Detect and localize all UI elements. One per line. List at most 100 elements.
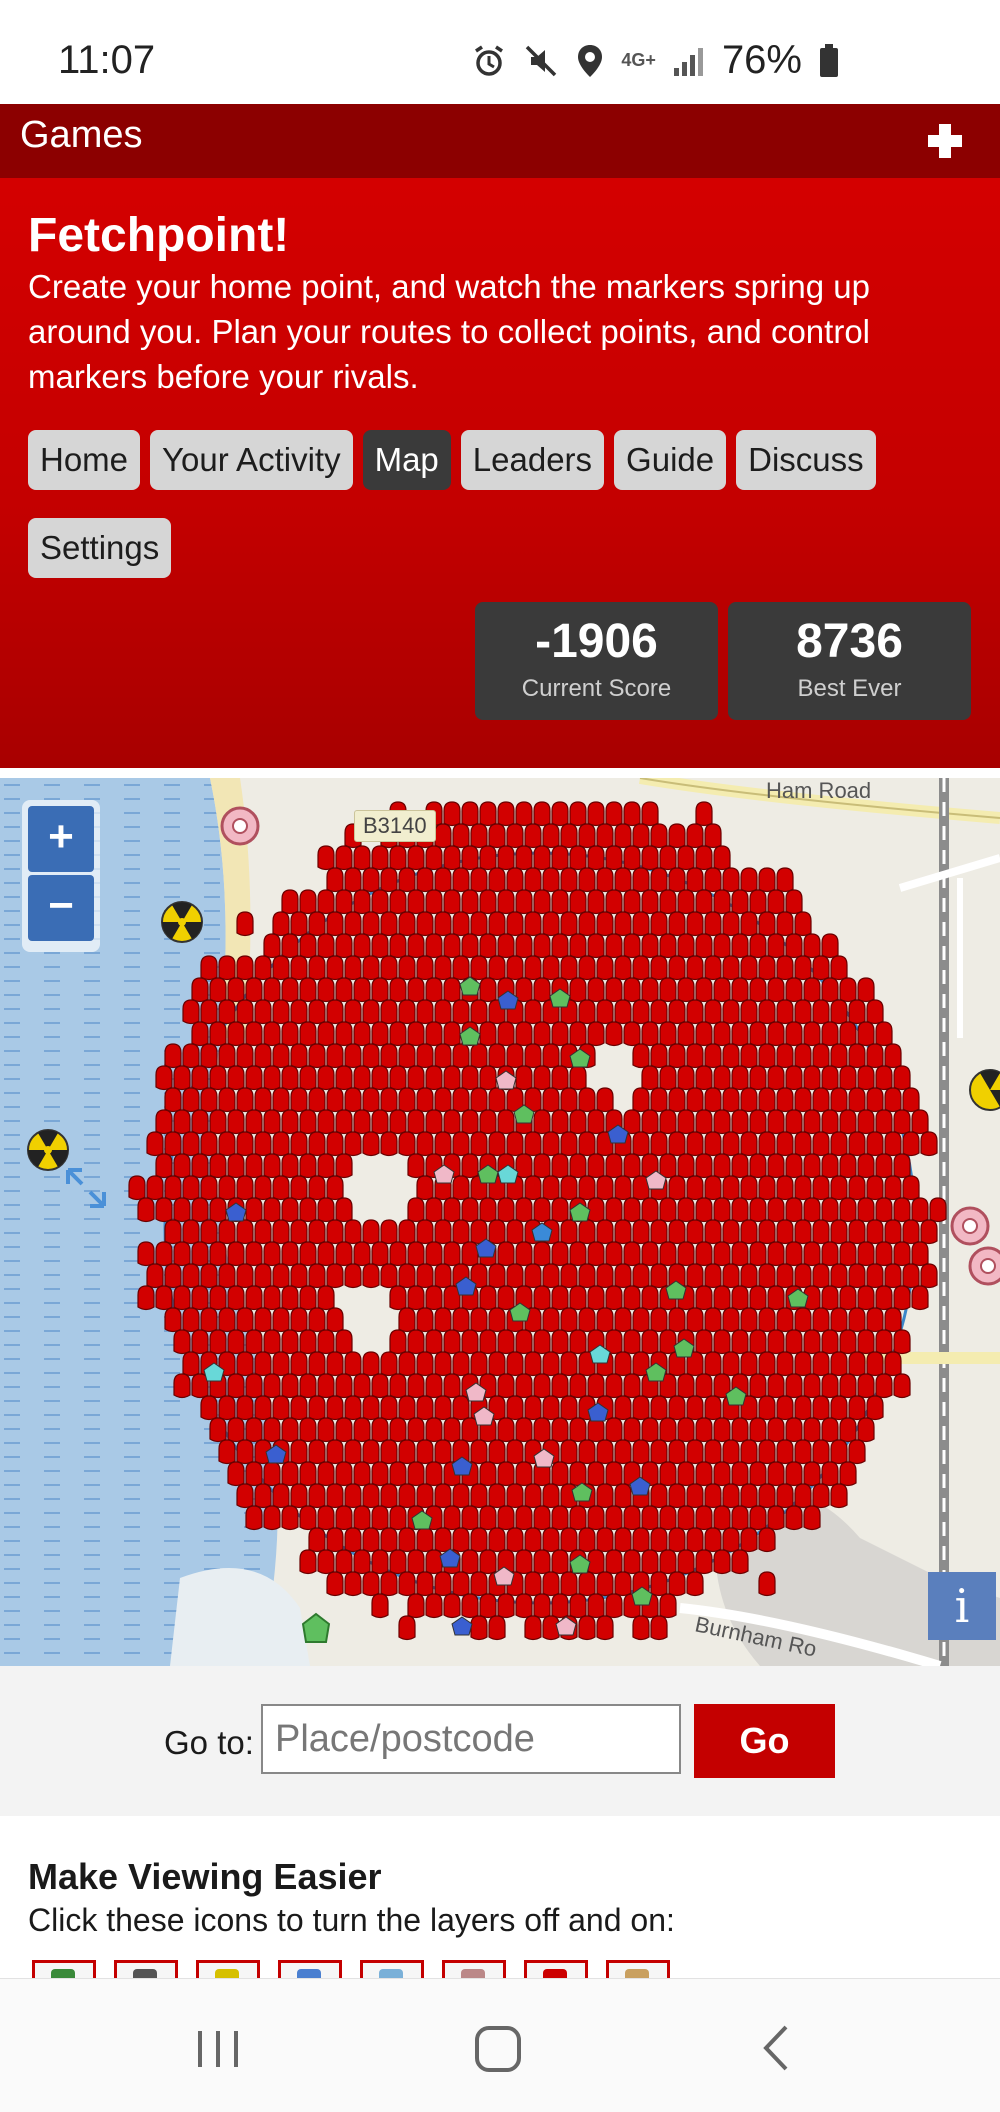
control-marker[interactable] bbox=[443, 1197, 461, 1223]
control-marker[interactable] bbox=[551, 1329, 569, 1355]
control-marker[interactable] bbox=[254, 1175, 272, 1201]
control-marker[interactable] bbox=[335, 1197, 353, 1223]
control-marker[interactable] bbox=[353, 1109, 371, 1135]
control-marker[interactable] bbox=[326, 867, 344, 893]
control-marker[interactable] bbox=[452, 1307, 470, 1333]
control-marker[interactable] bbox=[146, 1175, 164, 1201]
control-marker[interactable] bbox=[191, 1021, 209, 1047]
control-marker[interactable] bbox=[380, 1439, 398, 1465]
control-marker[interactable] bbox=[173, 1373, 191, 1399]
control-marker[interactable] bbox=[398, 1131, 416, 1157]
control-marker[interactable] bbox=[506, 867, 524, 893]
control-marker[interactable] bbox=[326, 1087, 344, 1113]
control-marker[interactable] bbox=[488, 1043, 506, 1069]
control-marker[interactable] bbox=[479, 1593, 497, 1619]
control-marker[interactable] bbox=[875, 1285, 893, 1311]
control-marker[interactable] bbox=[542, 1307, 560, 1333]
control-marker[interactable] bbox=[767, 933, 785, 959]
control-marker[interactable] bbox=[578, 1307, 596, 1333]
control-marker[interactable] bbox=[740, 911, 758, 937]
control-marker[interactable] bbox=[596, 1219, 614, 1245]
control-marker[interactable] bbox=[398, 1307, 416, 1333]
control-marker[interactable] bbox=[641, 1197, 659, 1223]
control-marker[interactable] bbox=[290, 1131, 308, 1157]
control-marker[interactable] bbox=[371, 1549, 389, 1575]
control-marker[interactable] bbox=[362, 1439, 380, 1465]
control-marker[interactable] bbox=[605, 1549, 623, 1575]
control-marker[interactable] bbox=[740, 1527, 758, 1553]
control-marker[interactable] bbox=[497, 801, 515, 827]
control-marker[interactable] bbox=[551, 1417, 569, 1443]
control-marker[interactable] bbox=[128, 1175, 146, 1201]
control-marker[interactable] bbox=[515, 1461, 533, 1487]
control-marker[interactable] bbox=[587, 1285, 605, 1311]
control-marker[interactable] bbox=[533, 1505, 551, 1531]
control-marker[interactable] bbox=[623, 1329, 641, 1355]
control-marker[interactable] bbox=[578, 911, 596, 937]
control-marker[interactable] bbox=[794, 1395, 812, 1421]
control-marker[interactable] bbox=[335, 1505, 353, 1531]
control-marker[interactable] bbox=[587, 1153, 605, 1179]
control-marker[interactable] bbox=[191, 1065, 209, 1091]
control-marker[interactable] bbox=[254, 999, 272, 1025]
control-marker[interactable] bbox=[794, 1263, 812, 1289]
control-marker[interactable] bbox=[281, 1285, 299, 1311]
control-marker[interactable] bbox=[461, 1549, 479, 1575]
control-marker[interactable] bbox=[596, 1527, 614, 1553]
control-marker[interactable] bbox=[299, 1153, 317, 1179]
control-marker[interactable] bbox=[668, 955, 686, 981]
control-marker[interactable] bbox=[776, 1483, 794, 1509]
control-marker[interactable] bbox=[623, 1241, 641, 1267]
control-marker[interactable] bbox=[218, 999, 236, 1025]
control-marker[interactable] bbox=[506, 1131, 524, 1157]
control-marker[interactable] bbox=[326, 1131, 344, 1157]
control-marker[interactable] bbox=[668, 911, 686, 937]
control-marker[interactable] bbox=[776, 1087, 794, 1113]
control-marker[interactable] bbox=[524, 1571, 542, 1597]
control-marker[interactable] bbox=[704, 999, 722, 1025]
control-marker[interactable] bbox=[245, 1505, 263, 1531]
control-marker[interactable] bbox=[605, 889, 623, 915]
control-marker[interactable] bbox=[668, 1043, 686, 1069]
control-marker[interactable] bbox=[677, 1109, 695, 1135]
control-marker[interactable] bbox=[479, 1505, 497, 1531]
control-marker[interactable] bbox=[245, 977, 263, 1003]
control-marker[interactable] bbox=[335, 1109, 353, 1135]
control-marker[interactable] bbox=[137, 1285, 155, 1311]
control-marker[interactable] bbox=[416, 1219, 434, 1245]
control-marker[interactable] bbox=[740, 867, 758, 893]
control-marker[interactable] bbox=[299, 889, 317, 915]
control-marker[interactable] bbox=[416, 955, 434, 981]
control-marker[interactable] bbox=[632, 1395, 650, 1421]
control-marker[interactable] bbox=[362, 1131, 380, 1157]
control-marker[interactable] bbox=[371, 977, 389, 1003]
control-marker[interactable] bbox=[713, 1197, 731, 1223]
control-marker[interactable] bbox=[695, 1241, 713, 1267]
control-marker[interactable] bbox=[713, 889, 731, 915]
control-marker[interactable] bbox=[668, 1527, 686, 1553]
control-marker[interactable] bbox=[263, 1461, 281, 1487]
control-marker[interactable] bbox=[335, 1417, 353, 1443]
control-marker[interactable] bbox=[344, 1351, 362, 1377]
control-marker[interactable] bbox=[695, 1329, 713, 1355]
control-marker[interactable] bbox=[209, 1021, 227, 1047]
control-marker[interactable] bbox=[263, 1241, 281, 1267]
control-marker[interactable] bbox=[380, 1043, 398, 1069]
control-marker[interactable] bbox=[623, 933, 641, 959]
control-marker[interactable] bbox=[434, 955, 452, 981]
control-marker[interactable] bbox=[740, 1131, 758, 1157]
control-marker[interactable] bbox=[569, 1065, 587, 1091]
control-marker[interactable] bbox=[551, 1021, 569, 1047]
control-marker[interactable] bbox=[695, 1461, 713, 1487]
control-marker[interactable] bbox=[479, 1329, 497, 1355]
control-marker[interactable] bbox=[677, 1241, 695, 1267]
control-marker[interactable] bbox=[632, 1043, 650, 1069]
control-marker[interactable] bbox=[380, 1219, 398, 1245]
control-marker[interactable] bbox=[479, 1461, 497, 1487]
control-marker[interactable] bbox=[524, 955, 542, 981]
control-marker[interactable] bbox=[623, 1021, 641, 1047]
control-marker[interactable] bbox=[299, 1461, 317, 1487]
control-marker[interactable] bbox=[209, 1329, 227, 1355]
control-marker[interactable] bbox=[614, 1439, 632, 1465]
control-marker[interactable] bbox=[416, 911, 434, 937]
